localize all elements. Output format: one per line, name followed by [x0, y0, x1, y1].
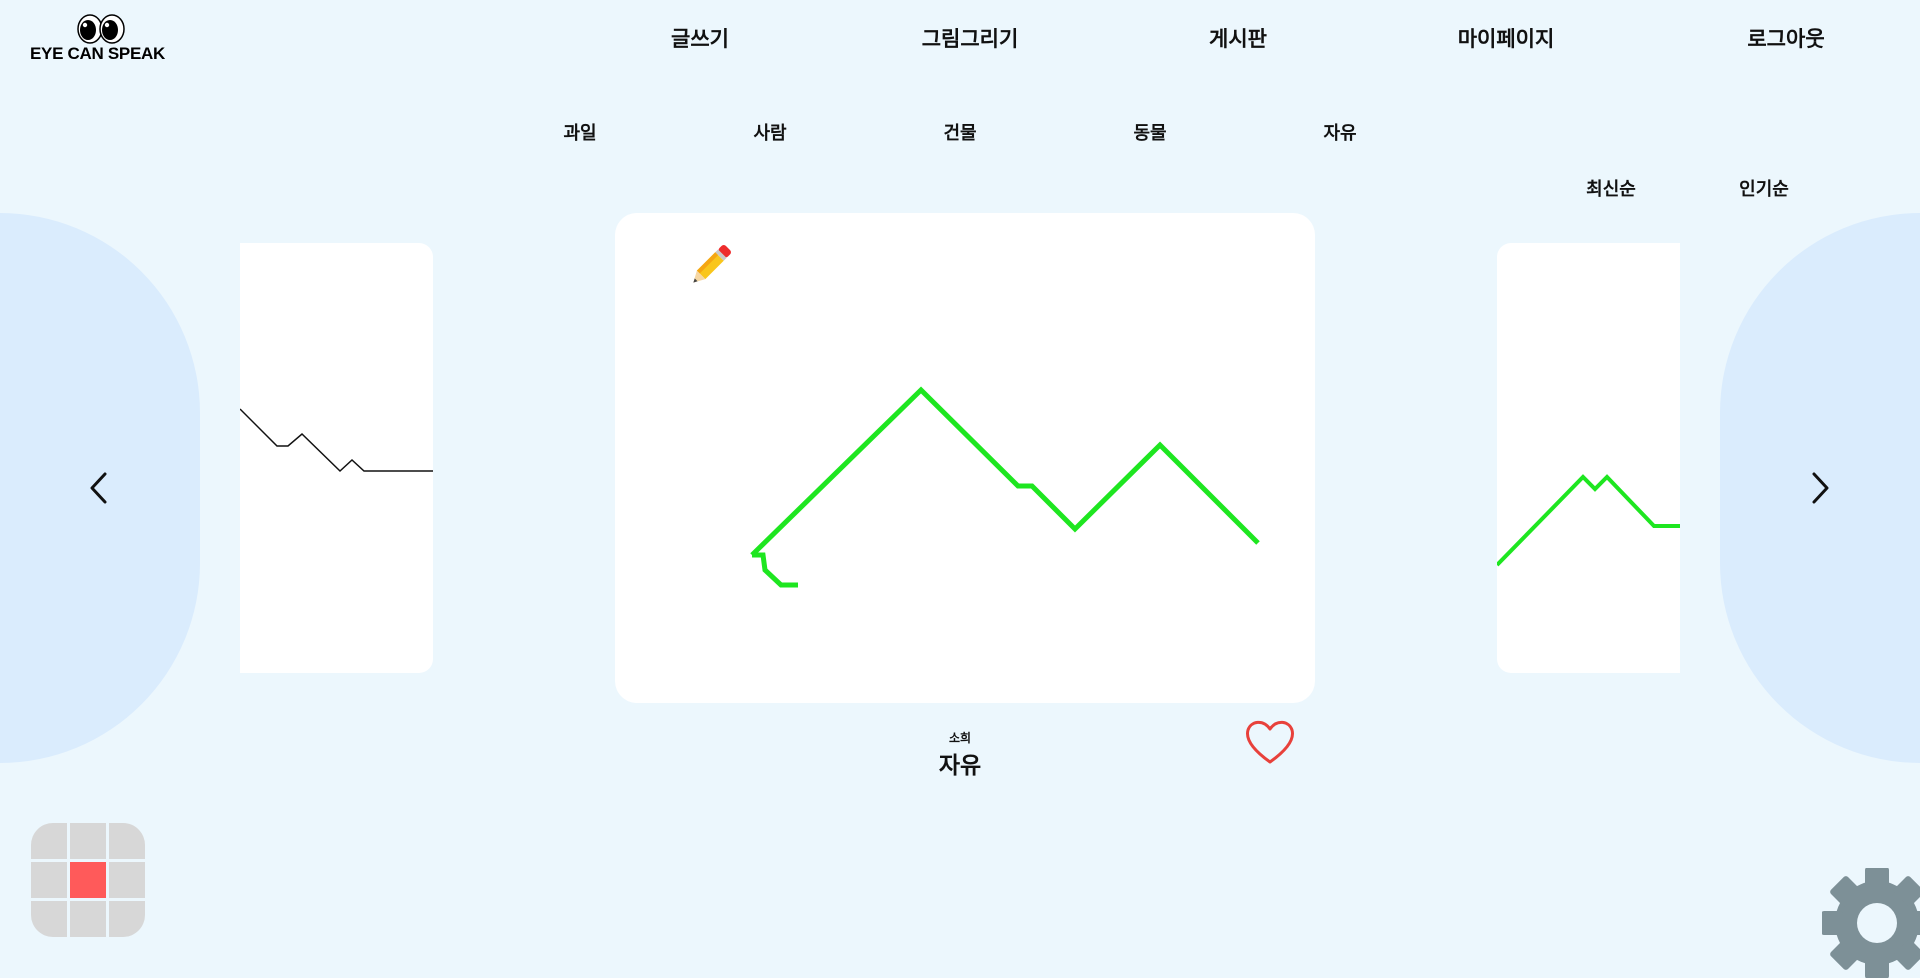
logo[interactable]: EYE CAN SPEAK — [30, 14, 175, 66]
chevron-left-icon[interactable] — [82, 468, 118, 508]
grid-cell-bottom[interactable] — [70, 901, 106, 937]
grid-cell-top-right[interactable] — [109, 823, 145, 859]
nav-mypage[interactable]: 마이페이지 — [1436, 24, 1576, 54]
tab-person[interactable]: 사람 — [730, 119, 810, 149]
tab-animal[interactable]: 동물 — [1110, 119, 1190, 149]
grid-navigation-control — [31, 823, 145, 937]
post-author: 소희 — [948, 731, 972, 745]
nav-write[interactable]: 글쓰기 — [640, 24, 760, 54]
tab-fruit[interactable]: 과일 — [540, 119, 620, 149]
chevron-right-icon[interactable] — [1802, 468, 1838, 508]
drawing-card-next[interactable] — [1497, 243, 1680, 673]
grid-cell-top[interactable] — [70, 823, 106, 859]
grid-cell-bottom-left[interactable] — [31, 901, 67, 937]
grid-cell-right[interactable] — [109, 862, 145, 898]
eyes-logo-icon — [77, 14, 125, 44]
drawing-preview-next — [1497, 474, 1680, 567]
post-title: 자유 — [938, 753, 982, 779]
grid-cell-center[interactable] — [70, 862, 106, 898]
gear-icon[interactable] — [1822, 868, 1920, 978]
grid-cell-left[interactable] — [31, 862, 67, 898]
grid-cell-bottom-right[interactable] — [109, 901, 145, 937]
tab-building[interactable]: 건물 — [920, 119, 1000, 149]
heart-icon[interactable] — [1243, 717, 1297, 767]
sort-popular[interactable]: 인기순 — [1724, 176, 1804, 204]
tab-free[interactable]: 자유 — [1300, 119, 1380, 149]
nav-board[interactable]: 게시판 — [1178, 24, 1298, 54]
grid-cell-top-left[interactable] — [31, 823, 67, 859]
drawing-preview-previous — [240, 408, 433, 473]
nav-draw[interactable]: 그림그리기 — [900, 24, 1040, 54]
logo-text: EYE CAN SPEAK — [30, 44, 165, 63]
drawing-card-current[interactable] — [615, 213, 1315, 703]
drawing-card-previous[interactable] — [240, 243, 433, 673]
nav-logout[interactable]: 로그아웃 — [1726, 24, 1846, 54]
sort-latest[interactable]: 최신순 — [1571, 176, 1651, 204]
drawing-canvas — [750, 386, 1260, 588]
